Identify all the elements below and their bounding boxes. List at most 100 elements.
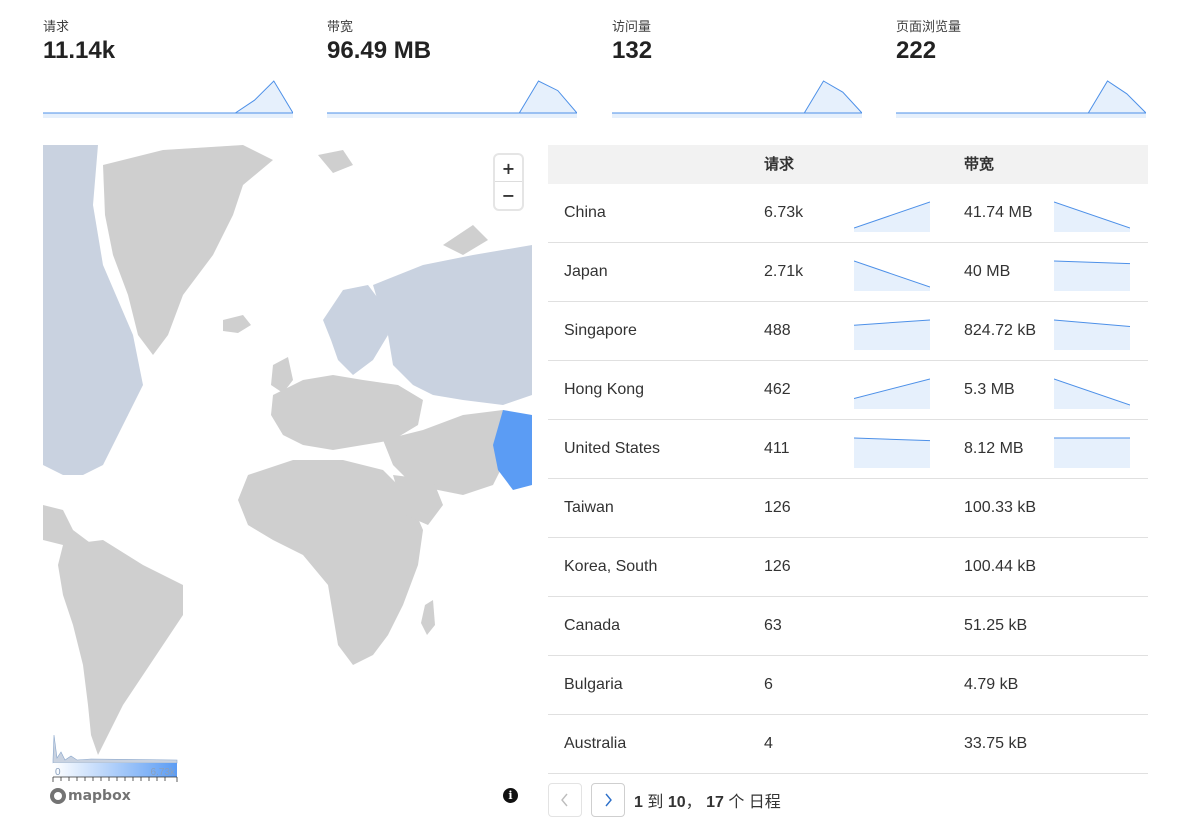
trend-area	[1054, 438, 1130, 468]
stat-requests: 请求 11.14k	[43, 18, 293, 118]
trend-area	[1054, 320, 1130, 350]
chevron-right-icon	[605, 793, 612, 807]
row-country: China	[564, 204, 606, 221]
stat-label: 页面浏览量	[896, 19, 962, 34]
info-icon[interactable]: i	[503, 788, 518, 803]
row-requests-trend	[854, 378, 930, 409]
row-country: Taiwan	[564, 499, 614, 516]
mapbox-logo-text: mapbox	[68, 788, 131, 804]
legend-histogram	[52, 734, 178, 764]
next-page-button[interactable]	[591, 783, 625, 817]
row-requests-trend	[854, 260, 930, 291]
row-bandwidth: 824.72 kB	[964, 322, 1037, 339]
table-row[interactable]: Australia 4 33.75 kB	[548, 715, 1148, 774]
stat-bandwidth: 带宽 96.49 MB	[327, 18, 577, 118]
stat-sparkline	[896, 80, 1146, 118]
table-header: 请求 带宽	[548, 145, 1148, 184]
row-country: Australia	[564, 735, 627, 752]
row-bandwidth: 8.12 MB	[964, 440, 1024, 457]
pagination-summary: 1 到 10， 17 个 日程	[634, 788, 781, 812]
row-requests-trend	[854, 437, 930, 468]
row-bandwidth-trend	[1054, 437, 1130, 468]
trend-area	[854, 261, 930, 291]
stat-sparkline	[612, 80, 862, 118]
legend-min-label: 0	[55, 767, 61, 778]
table-row[interactable]: Canada 63 51.25 kB	[548, 597, 1148, 656]
stat-sparkline	[327, 80, 577, 118]
row-bandwidth: 33.75 kB	[964, 735, 1028, 752]
pagination-total: 17	[706, 794, 724, 811]
trend-area	[1054, 261, 1130, 291]
table-row[interactable]: Bulgaria 6 4.79 kB	[548, 656, 1148, 715]
table-row[interactable]: China 6.73k 41.74 MB	[548, 184, 1148, 243]
row-country: Bulgaria	[564, 676, 623, 693]
mapbox-icon	[50, 788, 66, 804]
table-row[interactable]: Hong Kong 462 5.3 MB	[548, 361, 1148, 420]
row-bandwidth: 51.25 kB	[964, 617, 1028, 634]
header-bandwidth[interactable]: 带宽	[964, 145, 994, 184]
mapbox-logo[interactable]: mapbox	[50, 788, 131, 804]
legend-max-label: 6.73k	[151, 767, 176, 778]
table-row[interactable]: United States 411 8.12 MB	[548, 420, 1148, 479]
pagination-unit: 个 日程	[728, 794, 781, 811]
table-row[interactable]: Korea, South 126 100.44 kB	[548, 538, 1148, 597]
stat-value: 132	[612, 37, 653, 64]
row-requests: 462	[764, 381, 791, 398]
row-bandwidth: 100.44 kB	[964, 558, 1037, 575]
table-row[interactable]: Taiwan 126 100.33 kB	[548, 479, 1148, 538]
map-region-svalbard	[443, 225, 488, 255]
row-requests-trend	[854, 319, 930, 350]
row-requests: 126	[764, 558, 791, 575]
sparkline-area	[896, 81, 1146, 118]
stat-value: 96.49 MB	[327, 37, 432, 64]
world-map[interactable]: + − 0 6.73k mapbox i	[43, 145, 532, 820]
row-requests: 4	[764, 735, 773, 752]
header-requests[interactable]: 请求	[764, 145, 794, 184]
stat-sparkline	[43, 80, 293, 118]
stat-visits: 访问量 132	[612, 18, 862, 118]
row-country: Canada	[564, 617, 621, 634]
pagination-range-start: 1	[634, 794, 643, 811]
trend-area	[1054, 202, 1130, 232]
row-bandwidth-trend	[1054, 201, 1130, 232]
map-region-africa	[238, 460, 423, 665]
row-bandwidth: 40 MB	[964, 263, 1011, 280]
pagination: 1 到 10， 17 个 日程	[548, 783, 781, 817]
row-requests: 488	[764, 322, 791, 339]
table-row[interactable]: Singapore 488 824.72 kB	[548, 302, 1148, 361]
table-row[interactable]: Japan 2.71k 40 MB	[548, 243, 1148, 302]
chevron-left-icon	[561, 793, 568, 807]
row-requests: 411	[764, 440, 790, 457]
pagination-separator: ，	[685, 794, 702, 811]
map-region-russia	[373, 245, 532, 405]
stat-value: 222	[896, 37, 937, 64]
row-country: Korea, South	[564, 558, 658, 575]
table-body: China 6.73k 41.74 MB Japan 2.71k 40 MB Singapo…	[548, 184, 1148, 774]
row-bandwidth: 41.74 MB	[964, 204, 1033, 221]
row-country: Hong Kong	[564, 381, 645, 398]
row-requests: 126	[764, 499, 791, 516]
row-bandwidth: 100.33 kB	[964, 499, 1037, 516]
row-bandwidth-trend	[1054, 260, 1130, 291]
row-bandwidth-trend	[1054, 319, 1130, 350]
sparkline-area	[612, 81, 862, 118]
row-requests: 63	[764, 617, 782, 634]
row-requests-trend	[854, 201, 930, 232]
world-map-canvas[interactable]	[43, 145, 532, 820]
map-region-iceland	[223, 315, 251, 333]
sparkline-area	[327, 81, 577, 118]
map-region-madagascar	[421, 600, 435, 635]
row-bandwidth-trend	[1054, 378, 1130, 409]
stat-label: 带宽	[327, 19, 354, 34]
zoom-control: + −	[495, 155, 522, 209]
zoom-in-button[interactable]: +	[495, 155, 522, 182]
zoom-out-button[interactable]: −	[495, 182, 522, 209]
map-legend: 0 6.73k	[52, 734, 178, 782]
prev-page-button[interactable]	[548, 783, 582, 817]
stat-pageviews: 页面浏览量 222	[896, 18, 1146, 118]
pagination-to: 到	[647, 794, 664, 811]
trend-area	[854, 202, 930, 232]
trend-area	[1054, 379, 1130, 409]
stat-label: 访问量	[612, 19, 652, 34]
row-bandwidth: 5.3 MB	[964, 381, 1015, 398]
